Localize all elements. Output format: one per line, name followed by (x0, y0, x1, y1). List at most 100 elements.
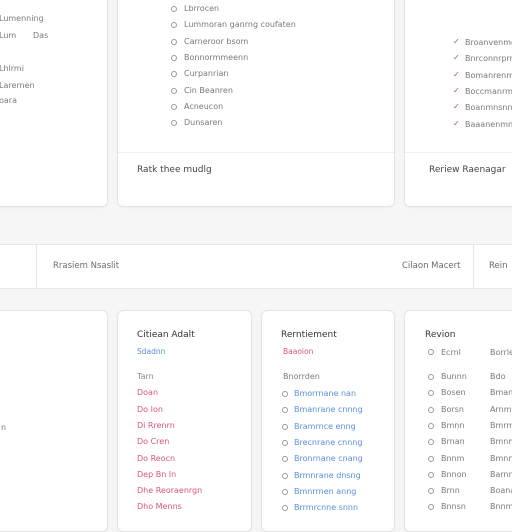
top-middle-item[interactable]: Lummoran ganrng coufaten (184, 20, 296, 29)
col-c-cell-a: Bnnsn (441, 502, 466, 512)
col-c-row-radio[interactable] (428, 504, 434, 511)
col-a-item[interactable]: Do Ion (137, 405, 163, 414)
col-b-bullet[interactable] (282, 488, 288, 495)
top-left-item[interactable]: Lumenning (0, 14, 44, 23)
top-right-divider (405, 152, 512, 153)
top-right-item[interactable]: Boanmnsnnss (465, 103, 512, 112)
top-right-item[interactable]: Bomanrenmg (465, 71, 512, 80)
top-middle-bullet[interactable] (171, 120, 177, 127)
col-c-row-radio[interactable] (428, 471, 434, 478)
col-c-cell-b: Bmrmnn (490, 420, 512, 430)
top-left-item[interactable]: Lhlrmi (0, 64, 24, 73)
col-c-header-radio[interactable] (428, 349, 434, 355)
top-middle-bullet[interactable] (171, 38, 177, 45)
col-a-item[interactable]: Dep Bn In (137, 470, 176, 479)
col-c-row-radio[interactable] (428, 390, 434, 397)
col-c-cell-b: Barnnen (490, 469, 512, 479)
col-c-title: Revion (425, 330, 456, 340)
top-middle-item[interactable]: Acneucon (184, 102, 223, 111)
col-a-item[interactable]: Do Cren (137, 437, 169, 446)
col-c-row-radio[interactable] (428, 439, 434, 446)
col-b-item[interactable]: Brrmrcnne snnn (294, 503, 358, 512)
top-left-item[interactable]: oara (0, 96, 17, 105)
top-middle-bullet[interactable] (171, 87, 177, 94)
col-c-cell-b: Bdo (490, 372, 506, 381)
col-b-bullet[interactable] (282, 391, 288, 397)
col-a-item[interactable]: Dho Menns (137, 502, 182, 511)
col-b-bullet[interactable] (282, 439, 288, 446)
col-b-subtitle[interactable]: Baaoion (283, 347, 313, 356)
bottom-left-card: n (0, 310, 108, 532)
col-c-cell-a: Bosen (441, 388, 466, 398)
checkmark-icon[interactable]: ✓ (453, 103, 460, 111)
checkmark-icon[interactable]: ✓ (453, 38, 460, 46)
checkmark-icon[interactable]: ✓ (453, 54, 460, 62)
col-c-cell-b: Bmnmnm (490, 437, 512, 447)
col-b-bullet[interactable] (282, 472, 288, 479)
top-middle-item[interactable]: Cin Beanren (184, 86, 233, 95)
top-middle-bullet[interactable] (171, 54, 177, 61)
col-b-item[interactable]: Bronrnane cnang (294, 454, 363, 463)
col-b-bullet[interactable] (282, 456, 288, 463)
col-c-row-radio[interactable] (428, 455, 434, 462)
col-c-cell-a: Borsn (441, 404, 464, 414)
col-a-item[interactable]: Doan (137, 388, 158, 397)
strip-separator-left (36, 245, 37, 288)
col-b-item[interactable]: Brecnrane cnnng (294, 438, 362, 447)
col-b-heading: Bnorrden (283, 372, 320, 381)
col-c-row-radio[interactable] (428, 488, 434, 495)
col-b-bullet[interactable] (282, 407, 288, 414)
col-b-item[interactable]: Bmnrrnen anng (294, 487, 356, 496)
strip-center-label[interactable]: Cilaon Macert (402, 261, 460, 271)
col-c-row-radio[interactable] (428, 374, 434, 380)
checkmark-icon[interactable]: ✓ (453, 86, 460, 95)
checkmark-icon[interactable]: ✓ (453, 119, 460, 128)
top-left-item[interactable]: Larernen (0, 81, 35, 90)
col-c-cell-b: Bnnmnm (490, 502, 512, 512)
col-b-title: Rerntiement (281, 330, 337, 340)
top-right-item[interactable]: Boccmanrmer (465, 87, 512, 96)
top-middle-item[interactable]: Dunsaren (184, 118, 222, 127)
top-middle-bullet[interactable] (171, 71, 177, 78)
col-a-item[interactable]: Do Reocn (137, 454, 175, 463)
col-b-item[interactable]: Bmanrane cnnng (294, 405, 363, 414)
col-c-row-radio[interactable] (428, 406, 434, 413)
col-a-item[interactable]: Tarn (137, 372, 154, 381)
top-right-item[interactable]: Broanvenmg d (465, 38, 512, 47)
col-b-bullet[interactable] (282, 423, 288, 430)
col-b-item[interactable]: Bramrnce enng (294, 422, 356, 431)
top-middle-footer: Ratk thee mudlg (137, 165, 212, 175)
col-a-item[interactable]: Dhe Reoraenrgn (137, 486, 202, 495)
top-left-item[interactable]: Das (33, 31, 48, 40)
top-middle-item[interactable]: Lbrrocen (184, 4, 219, 13)
top-left-card: Lumenning Lum Das Lhlrmi Larernen oara (0, 0, 108, 207)
col-c-row-radio[interactable] (428, 422, 434, 429)
col-c-header-b: Borrle (490, 348, 512, 357)
col-b-item[interactable]: Brmnrane dnsng (294, 471, 361, 480)
strip-separator-right (473, 245, 474, 288)
bottom-left-item: n (1, 423, 7, 432)
strip-left-label[interactable]: Rrasiem Nsaslit (53, 261, 119, 271)
col-c-cell-b: Bmnnnm (490, 453, 512, 463)
top-right-item[interactable]: Baaanenmnn (465, 120, 512, 129)
col-c-cell-a: Brnn (441, 486, 460, 496)
top-right-item[interactable]: Bnrconnrprn (465, 54, 512, 63)
col-c-cell-a: Bunnn (441, 372, 467, 381)
col-b-item[interactable]: Bmorrnane nan (294, 389, 356, 398)
col-a-subtitle[interactable]: Sdadnn (137, 347, 165, 356)
top-middle-bullet[interactable] (171, 103, 177, 110)
top-left-item[interactable]: Lum (0, 31, 16, 40)
col-b-card: Rerntiement Baaoion Bnorrden Bmorrnane n… (261, 310, 395, 532)
top-middle-divider (118, 152, 394, 153)
top-middle-card: Lbrrocen Lummoran ganrng coufaten Carneroo… (117, 0, 395, 207)
col-b-bullet[interactable] (282, 505, 288, 512)
top-middle-item[interactable]: Curpanrian (184, 69, 228, 78)
strip-right-label[interactable]: Rein (489, 261, 508, 271)
top-middle-bullet[interactable] (171, 6, 177, 12)
col-c-cell-b: Bmanmnn (490, 388, 512, 398)
top-middle-item[interactable]: Bonnormmeenn (184, 53, 248, 62)
top-middle-item[interactable]: Carneroor bsom (184, 37, 248, 46)
top-middle-bullet[interactable] (171, 22, 177, 29)
col-a-item[interactable]: Di Rrenrn (137, 421, 175, 430)
checkmark-icon[interactable]: ✓ (453, 70, 460, 79)
